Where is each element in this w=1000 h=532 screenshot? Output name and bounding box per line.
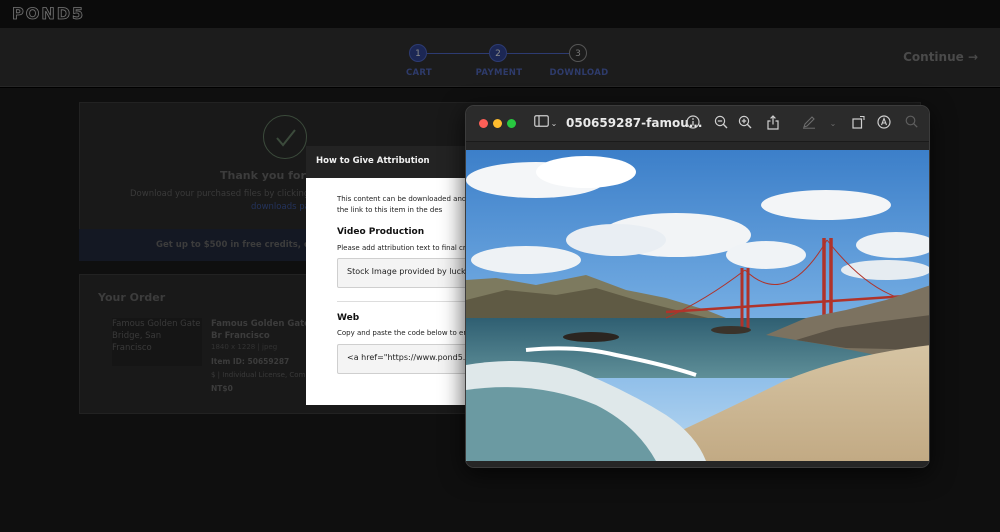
minimize-window-button[interactable] [493, 119, 502, 128]
golden-gate-photo [466, 150, 929, 461]
preview-titlebar[interactable]: ⌄ 050659287-famou... ⌄ [466, 106, 929, 142]
item-dimensions: 1840 x 1228 | jpeg [211, 343, 278, 351]
success-check-icon [263, 115, 307, 159]
preview-window: ⌄ 050659287-famou... ⌄ [465, 105, 930, 468]
markup-pen-icon[interactable] [801, 115, 817, 133]
search-icon[interactable] [903, 115, 919, 133]
step-label-download: DOWNLOAD [549, 68, 609, 78]
item-price: NT$0 [211, 384, 233, 393]
screen: POND5 1 2 3 CART PAYMENT DOWNLOAD Contin… [0, 0, 1000, 532]
zoom-in-icon[interactable] [737, 115, 753, 133]
zoom-out-icon[interactable] [713, 115, 729, 133]
your-order-heading: Your Order [98, 291, 166, 304]
annotate-icon[interactable] [876, 115, 892, 133]
continue-button[interactable]: Continue → [903, 50, 978, 64]
sidebar-icon[interactable] [533, 115, 549, 133]
web-instructions: Copy and paste the code below to em [337, 329, 471, 337]
top-nav: POND5 [0, 0, 1000, 28]
preview-file-title: 050659287-famou... [566, 116, 703, 130]
modal-title: How to Give Attribution [316, 156, 430, 166]
rotate-icon[interactable] [851, 115, 867, 133]
item-thumbnail[interactable]: Famous Golden Gate Bridge, San Francisco [112, 318, 202, 366]
close-window-button[interactable] [479, 119, 488, 128]
step-2-indicator: 2 [489, 44, 507, 62]
video-instructions: Please add attribution text to final cr [337, 244, 466, 252]
step-label-cart: CART [406, 68, 432, 78]
video-production-heading: Video Production [337, 227, 425, 237]
step-label-payment: PAYMENT [475, 68, 523, 78]
preview-bottombar [466, 461, 929, 467]
share-icon[interactable] [765, 115, 781, 133]
step-3-indicator: 3 [569, 44, 587, 62]
chevron-down-icon[interactable]: ⌄ [550, 115, 558, 133]
pond5-logo[interactable]: POND5 [12, 4, 85, 24]
downloads-page-link[interactable]: downloads pa [251, 202, 310, 212]
preview-subbar [466, 142, 929, 150]
step-connector [507, 53, 569, 54]
step-connector [427, 53, 489, 54]
item-title[interactable]: Famous Golden Gate Br Francisco [211, 318, 311, 342]
zoom-window-button[interactable] [507, 119, 516, 128]
step-1-indicator: 1 [409, 44, 427, 62]
item-id: Item ID: 50659287 [211, 357, 290, 366]
download-instructions: Download your purchased files by clickin… [130, 189, 323, 199]
checkout-header: 1 2 3 CART PAYMENT DOWNLOAD Continue → [0, 28, 1000, 87]
chevron-down-icon[interactable]: ⌄ [829, 115, 837, 133]
item-license: $ | Individual License, Comm [211, 371, 313, 379]
web-heading: Web [337, 313, 360, 323]
info-icon[interactable] [685, 115, 701, 133]
